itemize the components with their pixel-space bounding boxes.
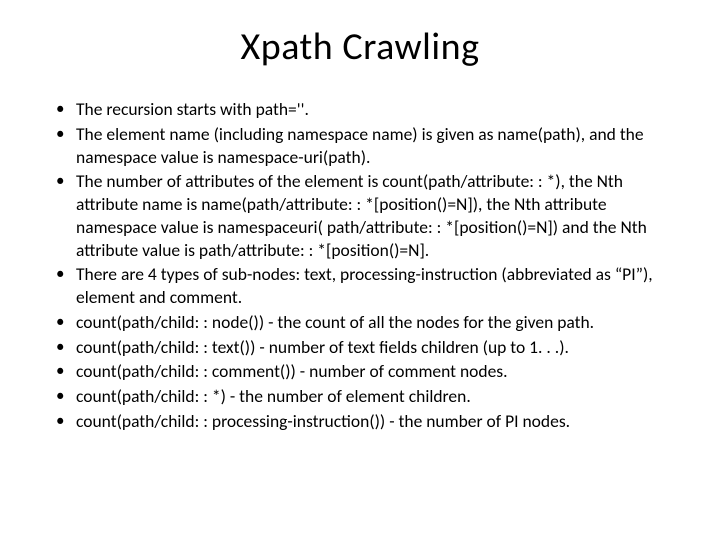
list-item: count(path/child: : text()) - number of … [48, 336, 672, 359]
list-item: count(path/child: : node()) - the count … [48, 311, 672, 334]
list-item: count(path/child: : comment()) - number … [48, 360, 672, 383]
bullet-list: The recursion starts with path=''. The e… [48, 98, 672, 433]
list-item: There are 4 types of sub-nodes: text, pr… [48, 263, 672, 309]
slide-title: Xpath Crawling [48, 24, 672, 70]
list-item: The recursion starts with path=''. [48, 98, 672, 121]
list-item: count(path/child: : *) - the number of e… [48, 385, 672, 408]
list-item: count(path/child: : processing-instructi… [48, 410, 672, 433]
list-item: The number of attributes of the element … [48, 170, 672, 261]
slide: Xpath Crawling The recursion starts with… [0, 0, 720, 540]
list-item: The element name (including namespace na… [48, 123, 672, 169]
